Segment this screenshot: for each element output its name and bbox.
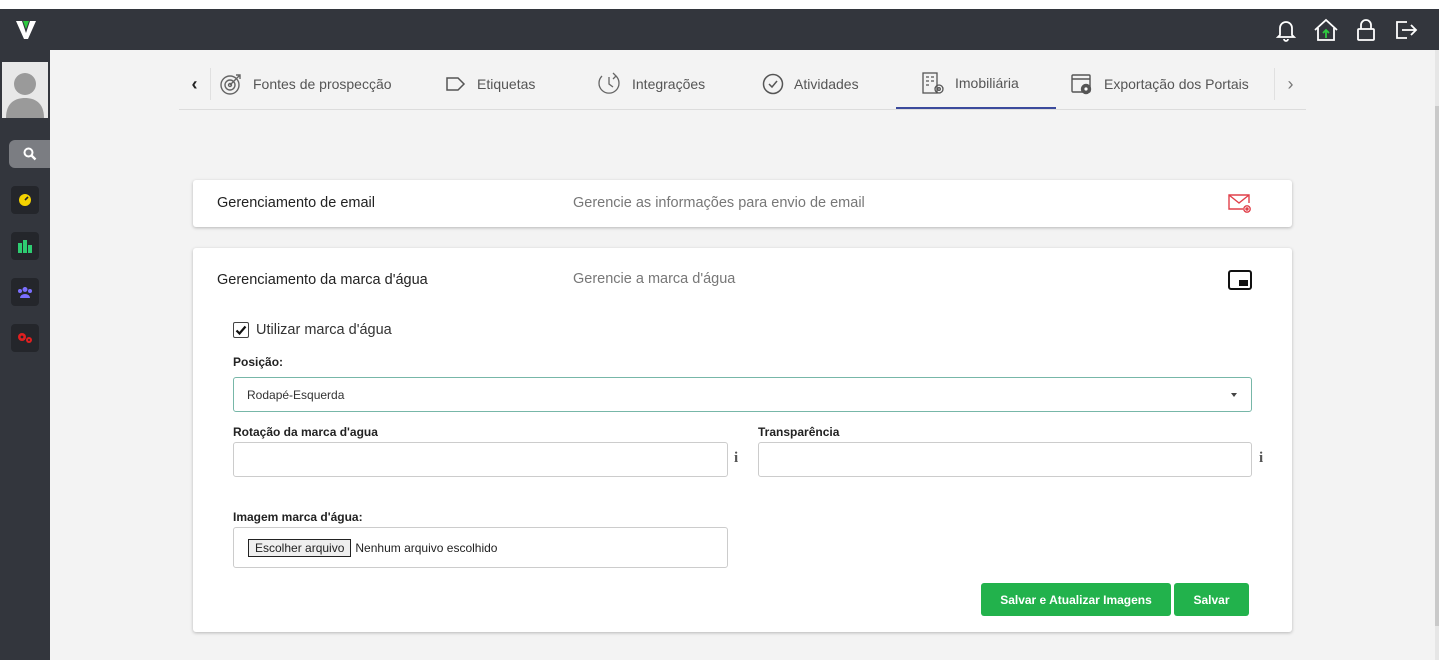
chevron-down-icon <box>1231 393 1237 397</box>
top-bar <box>0 9 1439 50</box>
tab-label: Exportação dos Portais <box>1104 75 1249 92</box>
rotation-info-icon[interactable]: i <box>734 450 738 467</box>
chevron-right-icon: › <box>1287 73 1294 94</box>
card-description: Gerencie as informações para envio de em… <box>573 195 865 211</box>
tab-label: Imobiliária <box>955 74 1019 91</box>
rotation-input[interactable] <box>233 442 728 477</box>
tab-label: Fontes de prospecção <box>253 75 392 92</box>
dashboard-icon <box>19 194 31 206</box>
no-file-text: Nenhum arquivo escolhido <box>355 540 498 555</box>
target-icon <box>220 73 241 95</box>
position-select[interactable]: Rodapé-Esquerda <box>233 377 1252 412</box>
position-value: Rodapé-Esquerda <box>247 387 345 402</box>
sync-icon <box>598 72 620 94</box>
tag-icon <box>446 76 466 91</box>
lock-icon[interactable] <box>1353 17 1379 43</box>
window-gear-icon <box>1071 73 1092 94</box>
checkmark-icon <box>235 325 247 336</box>
bell-icon[interactable] <box>1273 17 1299 43</box>
sidebar-item-buildings[interactable] <box>11 232 39 260</box>
use-watermark-row[interactable]: Utilizar marca d'água <box>233 322 392 338</box>
tab-label: Integrações <box>632 75 706 92</box>
transparency-input[interactable] <box>758 442 1252 477</box>
building-gear-icon <box>922 71 944 94</box>
tab-fontes-prospeccao[interactable]: Fontes de prospecção <box>219 58 392 109</box>
home-icon[interactable] <box>1313 17 1339 43</box>
tab-atividades[interactable]: Atividades <box>762 58 859 109</box>
rotation-label: Rotação da marca d'agua <box>233 425 378 439</box>
sidebar-search-button[interactable] <box>9 140 50 168</box>
top-strip <box>0 0 1439 9</box>
email-management-card[interactable]: Gerenciamento de email Gerencie as infor… <box>193 180 1292 227</box>
avatar[interactable] <box>2 62 48 118</box>
choose-file-button[interactable]: Escolher arquivo <box>248 538 352 557</box>
tab-exportacao-portais[interactable]: Exportação dos Portais <box>1070 58 1249 109</box>
buildings-icon <box>18 240 32 253</box>
save-and-update-images-button[interactable]: Salvar e Atualizar Imagens <box>981 583 1171 616</box>
tab-label: Atividades <box>794 75 859 92</box>
tabs-scroll-right-button[interactable]: › <box>1274 68 1306 100</box>
watermark-management-card: Gerenciamento da marca d'água Gerencie a… <box>193 248 1292 632</box>
card-title: Gerenciamento da marca d'água <box>217 272 428 288</box>
transparency-info-icon[interactable]: i <box>1259 450 1263 467</box>
chevron-left-icon: ‹ <box>191 73 198 94</box>
use-watermark-checkbox[interactable] <box>233 322 249 338</box>
use-watermark-label: Utilizar marca d'água <box>256 322 392 338</box>
email-settings-icon <box>1227 193 1253 220</box>
card-description: Gerencie a marca d'água <box>573 271 736 287</box>
tab-integracoes[interactable]: Integrações <box>596 58 705 109</box>
watermark-icon <box>1228 270 1252 295</box>
check-circle-icon <box>762 73 784 94</box>
transparency-label: Transparência <box>758 425 840 439</box>
sidebar-item-users[interactable] <box>11 278 39 306</box>
sidebar-item-settings[interactable] <box>11 324 39 352</box>
top-actions <box>1273 17 1419 43</box>
tabs-scroll-left-button[interactable]: ‹ <box>179 68 211 100</box>
logout-icon[interactable] <box>1393 17 1419 43</box>
search-icon <box>23 147 36 161</box>
tab-imobiliaria[interactable]: Imobiliária <box>896 58 1056 109</box>
tab-etiquetas[interactable]: Etiquetas <box>445 58 535 109</box>
sidebar-item-dashboard[interactable] <box>11 186 39 214</box>
watermark-image-file-input[interactable]: Escolher arquivo Nenhum arquivo escolhid… <box>233 527 728 568</box>
sidebar <box>0 50 50 660</box>
save-button[interactable]: Salvar <box>1174 583 1249 616</box>
app-logo[interactable] <box>14 17 38 43</box>
tab-label: Etiquetas <box>477 75 536 92</box>
position-label: Posição: <box>233 355 284 369</box>
scrollbar-thumb[interactable] <box>1435 106 1439 626</box>
page-scrollbar[interactable] <box>1435 50 1439 660</box>
gears-icon <box>18 333 32 343</box>
users-icon <box>18 287 32 298</box>
settings-tabs: ‹ Fontes de prospecção Etiquetas Integra… <box>179 58 1306 110</box>
card-title: Gerenciamento de email <box>217 195 375 211</box>
watermark-image-label: Imagem marca d'água: <box>233 510 363 524</box>
